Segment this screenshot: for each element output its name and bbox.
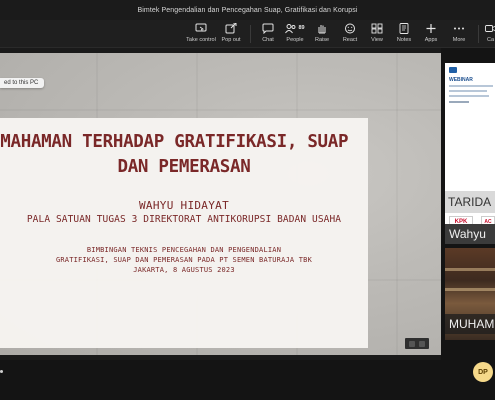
text-line [449, 101, 469, 103]
meeting-toolbar: Take control Pop out Chat 89 People Rais… [0, 20, 495, 48]
take-control-button[interactable]: Take control [184, 22, 218, 43]
participant-tile[interactable]: WEBINAR TARIDA KPK AC SU Wahyu [445, 63, 495, 244]
event-line3: JAKARTA, 8 AGUSTUS 2023 [133, 266, 235, 274]
speaker-role: PALA SATUAN TUGAS 3 DIREKTORAT ANTIKORUP… [26, 214, 342, 225]
shared-screen-stage[interactable]: ed to this PC EMAHAMAN TERHADAP GRATIFIK… [0, 48, 441, 360]
view-label: View [371, 37, 383, 43]
slide-heading-line1: EMAHAMAN TERHADAP GRATIFIKASI, SUAP [0, 132, 349, 152]
camera-icon [484, 22, 495, 34]
more-button[interactable]: More [442, 22, 476, 43]
react-label: React [342, 37, 358, 43]
teams-meeting-window: Bimtek Pengendalian dan Pencegahan Suap,… [0, 0, 495, 400]
pop-out-button[interactable]: Pop out [214, 22, 248, 43]
event-line2: GRATIFIKASI, SUAP DAN PEMERASAN PADA PT … [55, 256, 313, 264]
participant-count: 89 [298, 25, 305, 31]
raise-label: Raise [314, 37, 330, 43]
name-banner: TARIDA [445, 191, 495, 213]
text-line [449, 90, 487, 92]
chat-icon [261, 22, 275, 34]
camera-label: Ca [487, 37, 495, 43]
people-icon [285, 23, 296, 33]
participant-name: Wahyu [445, 224, 495, 244]
participant-tile[interactable]: MUHAM [445, 248, 495, 340]
more-icon [452, 22, 466, 34]
window-title: Bimtek Pengendalian dan Pencegahan Suap,… [137, 6, 358, 14]
webinar-header: WEBINAR [449, 77, 473, 83]
text-line [449, 95, 489, 97]
title-bar: Bimtek Pengendalian dan Pencegahan Suap,… [0, 0, 495, 20]
take-control-icon [194, 22, 208, 34]
speaker-name: WAHYU HIDAYAT [139, 199, 229, 212]
camera-button[interactable]: Ca [478, 22, 495, 43]
notes-icon [397, 22, 411, 34]
wall-socket [405, 338, 429, 349]
slide-title-banner: EMAHAMAN TERHADAP GRATIFIKASI, SUAP DAN … [0, 118, 368, 348]
status-dot [0, 370, 3, 373]
bottom-bar [0, 360, 495, 400]
apps-label: Apps [424, 37, 438, 43]
pop-out-icon [224, 22, 238, 34]
take-control-label: Take control [186, 37, 216, 43]
raise-hand-icon [315, 22, 329, 34]
pop-out-label: Pop out [221, 37, 241, 43]
chat-label: Chat [262, 37, 274, 43]
notes-label: Notes [396, 37, 412, 43]
event-line1: BIMBINGAN TEKNIS PENCEGAHAN DAN PENGENDA… [86, 246, 282, 254]
pinned-indicator[interactable]: ed to this PC [0, 78, 45, 88]
people-icon-wrap: 89 [284, 22, 306, 34]
apps-icon [424, 22, 438, 34]
brand-logo-icon [449, 67, 457, 73]
banner-name: TARIDA [448, 195, 492, 209]
text-line [449, 85, 493, 87]
view-icon [370, 22, 384, 34]
people-label: People [286, 37, 304, 43]
participant-name: MUHAM [445, 314, 495, 334]
more-label: More [452, 37, 466, 43]
slide-heading-line2: DAN PEMERASAN [117, 157, 251, 177]
video-detail [445, 288, 495, 291]
video-detail [445, 268, 495, 271]
avatar[interactable]: DP [473, 362, 493, 382]
react-icon [343, 22, 357, 34]
